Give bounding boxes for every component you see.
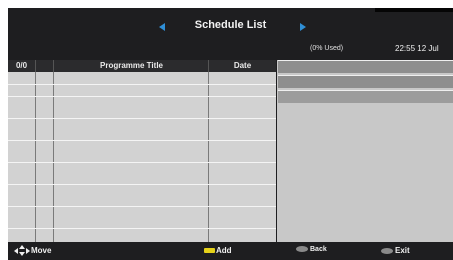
back-hint[interactable]: Back (296, 246, 327, 253)
column-divider (35, 72, 36, 242)
detail-field (278, 90, 453, 103)
date-header: Date (233, 61, 252, 70)
footer-hints: Move Add Back Exit (8, 242, 453, 260)
schedule-list-screen: Schedule List (0% Used) 22:55 12 Jul 0/0… (8, 8, 453, 260)
grey-oval-key-icon (381, 247, 393, 254)
column-divider (208, 72, 209, 242)
add-label: Add (216, 246, 232, 255)
list-row-divider (8, 184, 276, 185)
list-row-divider (8, 162, 276, 163)
yellow-key-icon (204, 248, 215, 254)
detail-panel (277, 60, 453, 242)
list-row-divider (8, 140, 276, 141)
column-divider (53, 72, 54, 242)
storage-used-label: (0% Used) (310, 45, 344, 52)
list-row-divider (8, 206, 276, 207)
schedule-list[interactable] (8, 72, 276, 242)
grey-oval-key-icon (296, 246, 308, 253)
move-label: Move (31, 246, 52, 255)
list-row-divider (8, 84, 276, 85)
list-row-divider (8, 228, 276, 229)
programme-title-header: Programme Title (100, 61, 163, 70)
count-header: 0/0 (15, 61, 28, 70)
clock: 22:55 12 Jul (395, 44, 439, 53)
table-header: 0/0 Programme Title Date (8, 60, 276, 72)
four-way-arrows-icon (14, 245, 30, 257)
detail-field (278, 60, 453, 73)
column-divider (35, 60, 36, 72)
list-row-divider (8, 96, 276, 97)
detail-field (278, 75, 453, 88)
triangle-right-icon[interactable] (300, 23, 306, 31)
header: Schedule List (8, 12, 453, 42)
move-hint: Move (14, 245, 52, 257)
list-row-divider (8, 118, 276, 119)
add-hint[interactable]: Add (204, 246, 232, 255)
exit-label: Exit (395, 246, 410, 255)
exit-hint[interactable]: Exit (381, 246, 410, 255)
page-title: Schedule List (194, 19, 267, 31)
back-label: Back (310, 246, 327, 253)
